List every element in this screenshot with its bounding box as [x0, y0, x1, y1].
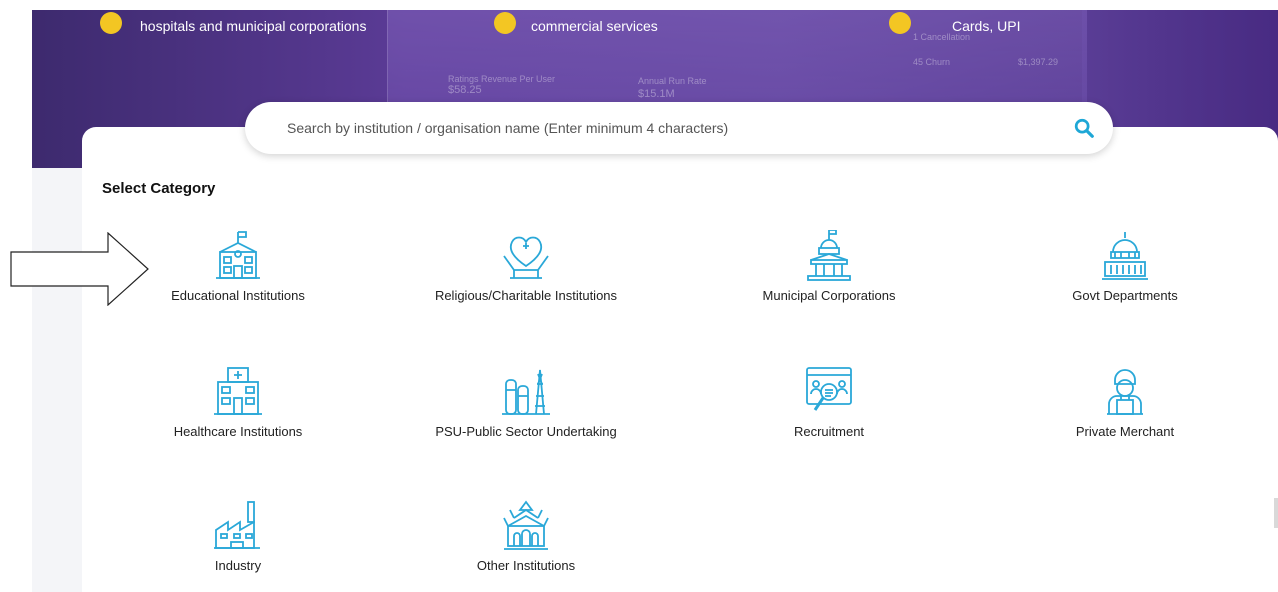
category-other[interactable]: Other Institutions — [406, 500, 646, 573]
category-educational[interactable]: Educational Institutions — [118, 230, 358, 303]
category-label: Healthcare Institutions — [173, 424, 303, 439]
hero-feature-2: commercial services — [494, 12, 658, 34]
hospital-icon — [214, 367, 262, 415]
municipal-building-icon — [807, 230, 851, 281]
check-icon — [494, 12, 516, 34]
search-input[interactable] — [287, 120, 1067, 136]
hero-feature-text: Cards, UPI — [952, 18, 1021, 34]
category-healthcare[interactable]: Healthcare Institutions — [118, 366, 358, 439]
refinery-icon — [502, 369, 550, 415]
hero-feature-text: commercial services — [531, 18, 658, 34]
hero-feature-3: Cards, UPI — [889, 12, 1021, 34]
category-municipal[interactable]: Municipal Corporations — [709, 230, 949, 303]
recruitment-icon — [806, 367, 852, 411]
factory-icon — [214, 501, 260, 549]
hero-feature-text: hospitals and municipal corporations — [140, 18, 367, 34]
heart-hands-icon — [503, 236, 549, 279]
category-label: Recruitment — [793, 424, 865, 439]
category-label: PSU-Public Sector Undertaking — [435, 424, 617, 439]
category-label: Municipal Corporations — [762, 288, 896, 303]
category-merchant[interactable]: Private Merchant — [1005, 366, 1245, 439]
search-icon[interactable] — [1073, 117, 1095, 139]
category-label: Industry — [214, 558, 262, 573]
category-psu[interactable]: PSU-Public Sector Undertaking — [406, 366, 646, 439]
school-icon — [216, 231, 260, 279]
category-label: Educational Institutions — [171, 288, 305, 303]
capitol-icon — [1102, 232, 1148, 280]
check-icon — [100, 12, 122, 34]
category-govt[interactable]: Govt Departments — [1005, 230, 1245, 303]
category-label: Other Institutions — [476, 558, 576, 573]
category-industry[interactable]: Industry — [118, 500, 358, 573]
category-label: Religious/Charitable Institutions — [434, 288, 618, 303]
check-icon — [889, 12, 911, 34]
search-bar — [245, 102, 1113, 154]
scrollbar[interactable] — [1274, 498, 1278, 528]
merchant-icon — [1107, 369, 1143, 415]
category-label: Govt Departments — [1072, 288, 1178, 303]
section-title: Select Category — [102, 180, 216, 197]
category-religious[interactable]: Religious/Charitable Institutions — [406, 230, 646, 303]
category-label: Private Merchant — [1075, 424, 1175, 439]
category-recruitment[interactable]: Recruitment — [709, 366, 949, 439]
hero-feature-1: hospitals and municipal corporations — [100, 12, 367, 34]
temple-icon — [503, 500, 549, 550]
